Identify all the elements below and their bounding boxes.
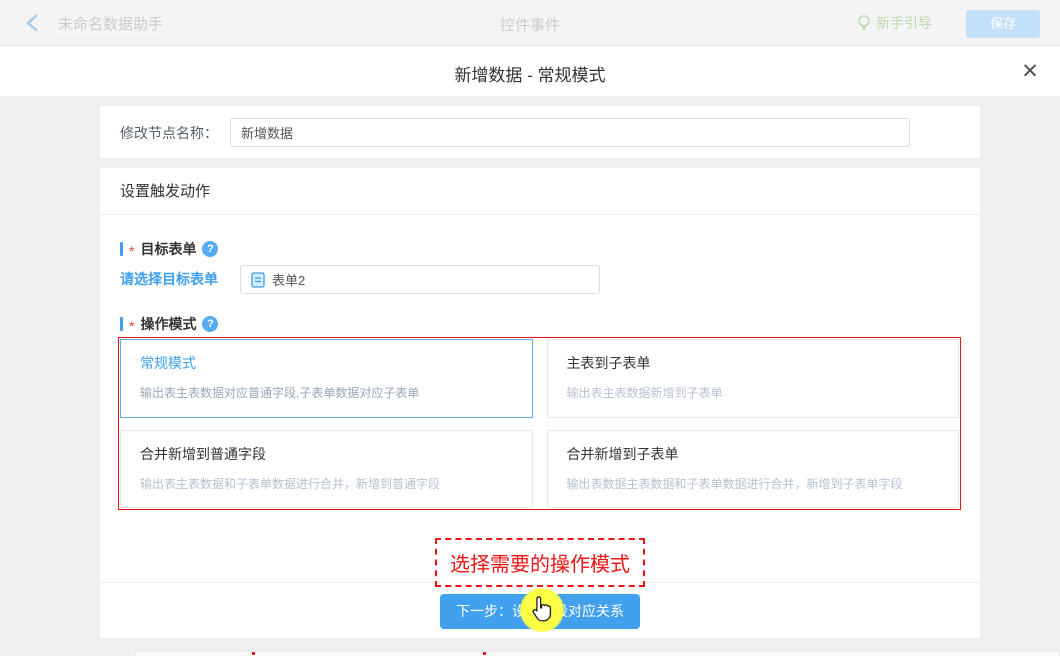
blue-bar-icon (120, 242, 123, 256)
mode-option-main-to-subform[interactable]: 主表到子表单 输出表主表数据新增到子表单 (547, 339, 960, 418)
node-name-input[interactable] (230, 118, 910, 147)
mode-option-regular[interactable]: 常规模式 输出表主表数据对应普通字段,子表单数据对应子表单 (120, 339, 533, 418)
below-fold-red-mark (252, 652, 255, 655)
target-form-select[interactable]: 表单2 (240, 265, 600, 294)
modal-header: 新增数据 - 常规模式 ✕ (0, 46, 1060, 97)
select-target-form-link[interactable]: 请选择目标表单 (120, 265, 218, 293)
mode-option-title: 合并新增到普通字段 (140, 444, 513, 464)
node-name-card: 修改节点名称： (100, 106, 980, 158)
trigger-card: 设置触发动作 * 目标表单 ? 请选择目标表单 表单2 * 操作模式 ? (100, 168, 980, 638)
mode-option-desc: 输出表数据主表数据和子表单数据进行合并，新增到子表单字段 (567, 475, 940, 492)
required-mark: * (129, 319, 134, 333)
below-fold-content-edge (135, 651, 1060, 656)
guide-label: 新手引导 (876, 13, 932, 33)
save-button[interactable]: 保存 (966, 10, 1040, 38)
operation-mode-grid: 常规模式 输出表主表数据对应普通字段,子表单数据对应子表单 主表到子表单 输出表… (118, 337, 961, 510)
help-icon[interactable]: ? (202, 316, 218, 332)
help-icon[interactable]: ? (202, 241, 218, 257)
mode-option-merge-to-fields[interactable]: 合并新增到普通字段 输出表主表数据和子表单数据进行合并，新增到普通字段 (120, 430, 533, 509)
mode-option-title: 常规模式 (140, 353, 513, 373)
mode-option-desc: 输出表主表数据对应普通字段,子表单数据对应子表单 (140, 384, 513, 401)
mode-option-title: 合并新增到子表单 (567, 444, 940, 464)
next-step-button[interactable]: 下一步：设置字段对应关系 (440, 594, 640, 629)
target-form-label: 目标表单 (140, 239, 196, 259)
guide-button[interactable]: 新手引导 (856, 13, 932, 33)
lightbulb-icon (856, 14, 872, 32)
operation-mode-label: 操作模式 (140, 314, 196, 334)
form-document-icon (251, 272, 265, 288)
close-icon[interactable]: ✕ (1016, 58, 1044, 86)
modal-title: 新增数据 - 常规模式 (0, 61, 1060, 86)
annotation-callout: 选择需要的操作模式 (435, 538, 645, 587)
operation-mode-label-row: * 操作模式 ? (120, 314, 218, 334)
mode-option-desc: 输出表主表数据新增到子表单 (567, 384, 940, 401)
blue-bar-icon (120, 317, 123, 331)
topbar: 未命名数据助手 控件事件 新手引导 保存 (0, 0, 1060, 46)
mode-option-desc: 输出表主表数据和子表单数据进行合并，新增到普通字段 (140, 475, 513, 492)
node-name-label: 修改节点名称： (120, 123, 218, 143)
required-mark: * (129, 244, 134, 258)
mode-option-title: 主表到子表单 (567, 353, 940, 373)
section-title: 设置触发动作 (100, 168, 980, 215)
target-form-value: 表单2 (272, 270, 305, 289)
screen: 未命名数据助手 控件事件 新手引导 保存 新增数据 - 常规模式 ✕ 修改节点名… (0, 0, 1060, 656)
below-fold-red-mark (483, 652, 486, 655)
target-form-label-row: * 目标表单 ? (120, 239, 218, 259)
mode-option-merge-to-subform[interactable]: 合并新增到子表单 输出表数据主表数据和子表单数据进行合并，新增到子表单字段 (547, 430, 960, 509)
